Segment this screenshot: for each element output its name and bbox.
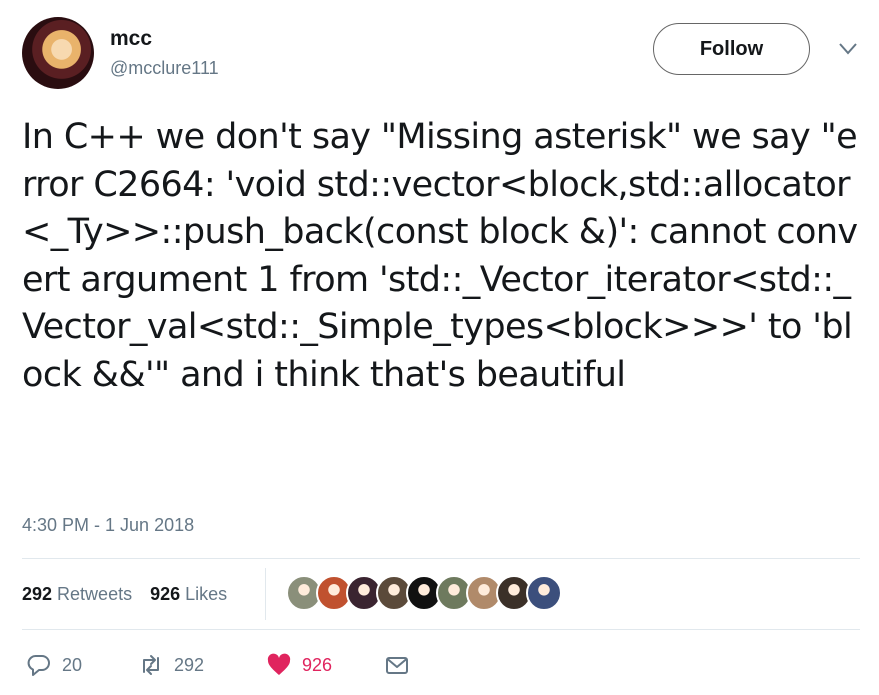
reply-count: 20 (62, 654, 83, 675)
reply-button[interactable]: 20 (26, 652, 82, 678)
stats-separator (265, 568, 266, 620)
divider (22, 629, 860, 630)
tweet-stats: 292 Retweets 926 Likes (22, 584, 227, 605)
retweets-label: Retweets (57, 584, 133, 604)
divider (22, 558, 860, 559)
reply-icon (27, 655, 50, 676)
author-handle[interactable]: @mcclure111 (110, 58, 219, 79)
direct-message-button[interactable] (384, 652, 410, 678)
retweet-count: 292 (174, 654, 205, 675)
tweet-timestamp[interactable]: 4:30 PM - 1 Jun 2018 (22, 515, 194, 536)
envelope-icon (386, 657, 408, 674)
retweet-button[interactable]: 292 (138, 652, 204, 678)
retweet-icon (143, 655, 159, 675)
retweets-stat[interactable]: 292 Retweets (22, 584, 132, 605)
like-button[interactable]: 926 (266, 652, 332, 678)
likes-count: 926 (150, 584, 181, 604)
author-name[interactable]: mcc (110, 27, 152, 51)
likes-label: Likes (185, 584, 228, 604)
tweet-actions: 20 292 926 (22, 652, 422, 680)
likes-stat[interactable]: 926 Likes (150, 584, 227, 605)
tweet-text: In C++ we don't say "Missing asterisk" w… (22, 117, 858, 395)
retweets-count: 292 (22, 584, 53, 604)
chevron-down-icon[interactable] (838, 42, 858, 56)
heart-icon (267, 653, 291, 675)
avatar[interactable] (22, 17, 94, 89)
like-count: 926 (302, 654, 333, 675)
liker-avatars (286, 575, 562, 611)
follow-button[interactable]: Follow (653, 23, 810, 75)
liker-avatar[interactable] (526, 575, 562, 611)
